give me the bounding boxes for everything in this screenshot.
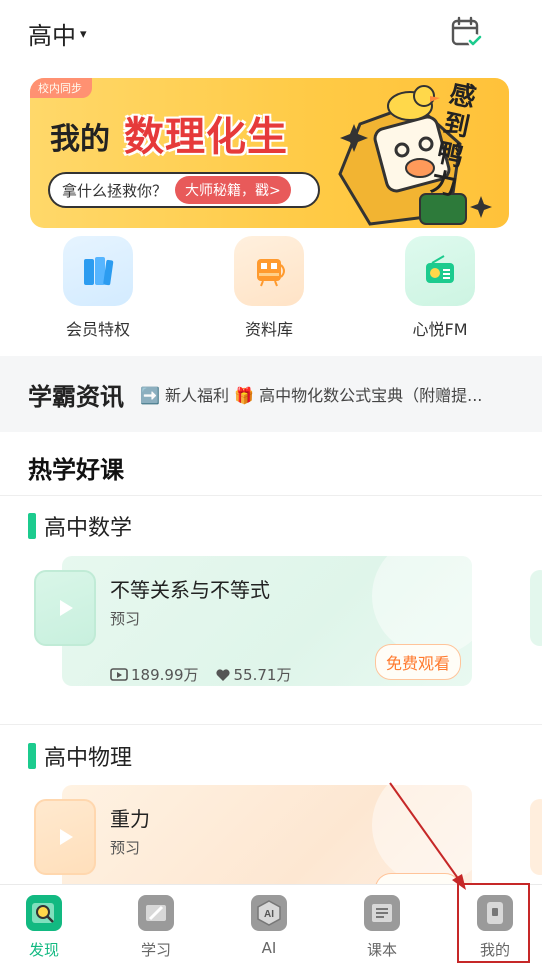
divider	[0, 495, 542, 496]
subject-title-math: 高中数学	[28, 510, 132, 542]
banner-tag: 校内同步	[30, 78, 92, 98]
course-card-math[interactable]: 不等关系与不等式 预习 189.99万 55.71万 免费观看	[62, 556, 472, 686]
top-header: 高中 ▾	[0, 0, 542, 70]
accent-bar	[28, 513, 36, 539]
likes-count: 55.71万	[233, 666, 292, 684]
course-title: 不等关系与不等式	[110, 578, 270, 602]
next-card-peek	[530, 799, 542, 875]
play-icon[interactable]	[34, 570, 96, 646]
heart-icon	[215, 668, 230, 681]
svg-text:AI: AI	[264, 909, 274, 920]
likes-stat: 55.71万	[215, 664, 292, 685]
banner-question: 拿什么拯救你？	[62, 181, 168, 200]
tab-label: AI	[261, 939, 277, 957]
grade-selector[interactable]: 高中 ▾	[28, 16, 87, 51]
banner-cta-strip[interactable]: 拿什么拯救你？ 大师秘籍，戳>	[48, 172, 320, 208]
banner-headline-part2: 数理化生	[124, 114, 288, 160]
tab-study[interactable]: 学习	[116, 895, 196, 960]
views-icon	[110, 667, 128, 681]
discover-icon	[26, 895, 62, 931]
course-title: 重力	[110, 807, 150, 831]
decor-bubble	[372, 556, 472, 656]
quick-entry-library[interactable]: 资料库	[209, 236, 329, 340]
next-card-peek	[530, 570, 542, 646]
subject-label: 高中数学	[44, 516, 133, 541]
annotation-highlight-box	[457, 883, 530, 963]
quick-entry-membership[interactable]: 会员特权	[38, 236, 158, 340]
tram-icon	[234, 236, 304, 306]
banner-headline-part1: 我的	[50, 122, 110, 157]
ai-icon: AI	[251, 895, 287, 931]
quick-entry-label: 心悦FM	[412, 320, 468, 339]
play-icon[interactable]	[34, 799, 96, 875]
promo-banner[interactable]: 校内同步 我的 数理化生 感到鸭力 拿什么拯救你？ 大师秘籍，戳>	[30, 78, 509, 228]
chevron-down-icon: ▾	[80, 27, 87, 42]
quick-entry-label: 资料库	[244, 320, 293, 339]
course-tag: 预习	[110, 839, 141, 857]
subject-label: 高中物理	[44, 746, 133, 771]
section-title: 热学好课	[28, 456, 124, 484]
course-tag: 预习	[110, 610, 141, 628]
calendar-check-icon[interactable]	[450, 16, 484, 50]
news-strip[interactable]: 学霸资讯 ➡️ 新人福利 🎁 高中物化数公式宝典（附赠提...	[0, 356, 542, 432]
news-title: 学霸资讯	[28, 382, 124, 411]
quick-entries: 会员特权 资料库 心悦FM	[0, 236, 542, 346]
news-ticker[interactable]: ➡️ 新人福利 🎁 高中物化数公式宝典（附赠提...	[140, 382, 482, 406]
tab-label: 课本	[366, 941, 397, 959]
textbook-icon	[364, 895, 400, 931]
views-count: 189.99万	[131, 666, 199, 684]
subject-title-physics: 高中物理	[28, 740, 132, 772]
tab-ai[interactable]: AI AI	[229, 895, 309, 957]
banner-cta-button[interactable]: 大师秘籍，戳>	[175, 176, 291, 204]
study-icon	[138, 895, 174, 931]
tab-discover[interactable]: 发现	[4, 895, 84, 960]
tab-label: 发现	[28, 941, 59, 959]
radio-icon	[405, 236, 475, 306]
grade-label: 高中	[28, 22, 76, 50]
accent-bar	[28, 743, 36, 769]
quick-entry-fm[interactable]: 心悦FM	[380, 236, 500, 340]
tab-textbook[interactable]: 课本	[342, 895, 422, 960]
book-icon	[63, 236, 133, 306]
quick-entry-label: 会员特权	[65, 320, 130, 339]
tab-label: 学习	[140, 941, 171, 959]
decor-bubble	[372, 785, 472, 885]
course-stats: 189.99万 55.71万	[110, 664, 291, 685]
free-watch-button[interactable]: 免费观看	[375, 644, 462, 680]
views-stat: 189.99万	[110, 664, 199, 685]
divider	[0, 724, 542, 725]
